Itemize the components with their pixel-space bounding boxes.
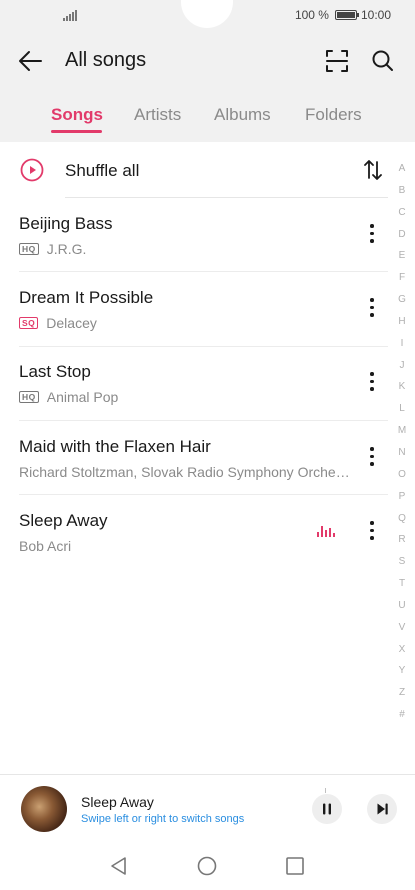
song-row-beijing-bass[interactable]: Beijing Bass HQ J.R.G. [0,198,390,272]
alphabet-index-letter[interactable]: F [392,272,412,294]
song-row-maid-with-the-flaxen-hair[interactable]: Maid with the Flaxen Hair Richard Stoltz… [0,421,390,495]
song-artist: J.R.G. [46,241,87,257]
song-subtitle: Bob Acri [19,538,71,554]
alphabet-index-letter[interactable]: C [392,207,412,229]
more-options-button[interactable] [362,298,382,324]
now-playing-bar[interactable]: Sleep Away Swipe left or right to switch… [0,775,415,845]
alphabet-index-letter[interactable]: V [392,622,412,644]
sort-button[interactable] [360,157,386,183]
battery-percent: 100 % [294,8,329,22]
alphabet-index-letter[interactable]: Q [392,513,412,535]
camera-notch [181,0,233,28]
song-title: Sleep Away [19,511,108,530]
alphabet-index-letter[interactable]: H [392,316,412,338]
clock: 10:00 [360,8,391,22]
hq-badge: HQ [19,243,39,255]
song-row-dream-it-possible[interactable]: Dream It Possible SQ Delacey [0,272,390,346]
song-row-last-stop[interactable]: Last Stop HQ Animal Pop [0,346,390,420]
alphabet-index-letter[interactable]: E [392,250,412,272]
alphabet-index-letter[interactable]: U [392,600,412,622]
album-cover[interactable] [21,786,67,832]
search-button[interactable] [368,47,398,75]
scan-button[interactable] [322,47,352,75]
song-subtitle: HQ J.R.G. [19,241,86,257]
alphabet-index-letter[interactable]: S [392,556,412,578]
now-playing-equalizer-icon [317,525,337,537]
alphabet-index-letter[interactable]: R [392,534,412,556]
shuffle-all-row[interactable]: Shuffle all [0,145,390,197]
shuffle-all-label: Shuffle all [65,161,140,180]
more-options-button[interactable] [362,224,382,250]
song-subtitle: Richard Stoltzman, Slovak Radio Symphony… [19,464,350,480]
nav-home-button[interactable] [196,855,218,877]
more-options-button[interactable] [362,447,382,473]
alphabet-index-letter[interactable]: X [392,644,412,666]
status-bar-right: 100 % 10:00 [295,8,391,22]
play-circle-icon [20,158,44,182]
search-icon [372,50,393,71]
sq-badge: SQ [19,317,39,329]
alphabet-index-letter[interactable]: # [392,709,412,731]
alphabet-index-letter[interactable]: K [392,381,412,403]
song-artist: Richard Stoltzman, Slovak Radio Symphony… [19,464,350,480]
back-button[interactable] [16,47,46,75]
tab-albums[interactable]: Albums [214,105,271,125]
alphabet-index-letter[interactable]: M [392,425,412,447]
song-title: Maid with the Flaxen Hair [19,437,211,456]
next-button[interactable] [367,794,397,824]
hq-badge: HQ [19,391,39,403]
circle-home-icon [197,856,217,876]
alphabet-index[interactable]: A B C D E F G H I J K L M N O P Q R S T U V X Y Z # [392,163,412,731]
nav-recents-button[interactable] [284,855,306,877]
pause-button[interactable] [312,794,342,824]
tab-songs[interactable]: Songs [51,105,103,125]
song-title: Dream It Possible [19,288,154,307]
alphabet-index-letter[interactable]: Z [392,687,412,709]
sort-icon [364,160,382,180]
song-subtitle: HQ Animal Pop [19,389,118,405]
tab-artists[interactable]: Artists [134,105,181,125]
progress-tick [325,788,326,793]
battery-icon [334,10,359,20]
skip-next-icon [377,803,388,815]
alphabet-index-letter[interactable]: L [392,403,412,425]
active-tab-indicator [51,130,102,133]
tab-bar: Songs Artists Albums Folders [0,100,415,134]
alphabet-index-letter[interactable]: N [392,447,412,469]
song-subtitle: SQ Delacey [19,315,97,331]
alphabet-index-letter[interactable]: B [392,185,412,207]
song-artist: Bob Acri [19,538,72,554]
pause-icon [323,803,331,815]
square-recents-icon [286,857,304,875]
tab-folders[interactable]: Folders [305,105,362,125]
alphabet-index-letter[interactable]: A [392,163,412,185]
app-header-area: 100 % 10:00 All songs Songs Artists Albu… [0,0,415,142]
alphabet-index-letter[interactable]: Y [392,665,412,687]
swipe-hint: Swipe left or right to switch songs [81,813,245,825]
triangle-back-icon [111,857,126,875]
song-artist: Delacey [46,315,97,331]
signal-icon [63,10,77,21]
system-nav-bar [0,845,415,890]
more-options-button[interactable] [362,372,382,398]
scan-icon [326,50,348,72]
alphabet-index-letter[interactable]: T [392,578,412,600]
alphabet-index-letter[interactable]: P [392,491,412,513]
alphabet-index-letter[interactable]: D [392,229,412,251]
song-artist: Animal Pop [46,389,119,405]
alphabet-index-letter[interactable]: I [392,338,412,360]
alphabet-index-letter[interactable]: J [392,360,412,382]
nav-back-button[interactable] [108,855,130,877]
song-title: Beijing Bass [19,214,113,233]
song-title: Last Stop [19,362,91,381]
song-row-sleep-away[interactable]: Sleep Away Bob Acri [0,495,390,569]
arrow-left-icon [19,51,42,71]
toolbar: All songs [0,38,415,84]
alphabet-index-letter[interactable]: G [392,294,412,316]
page-title: All songs [65,49,147,71]
more-options-button[interactable] [362,521,382,547]
now-playing-title: Sleep Away [81,794,154,810]
alphabet-index-letter[interactable]: O [392,469,412,491]
